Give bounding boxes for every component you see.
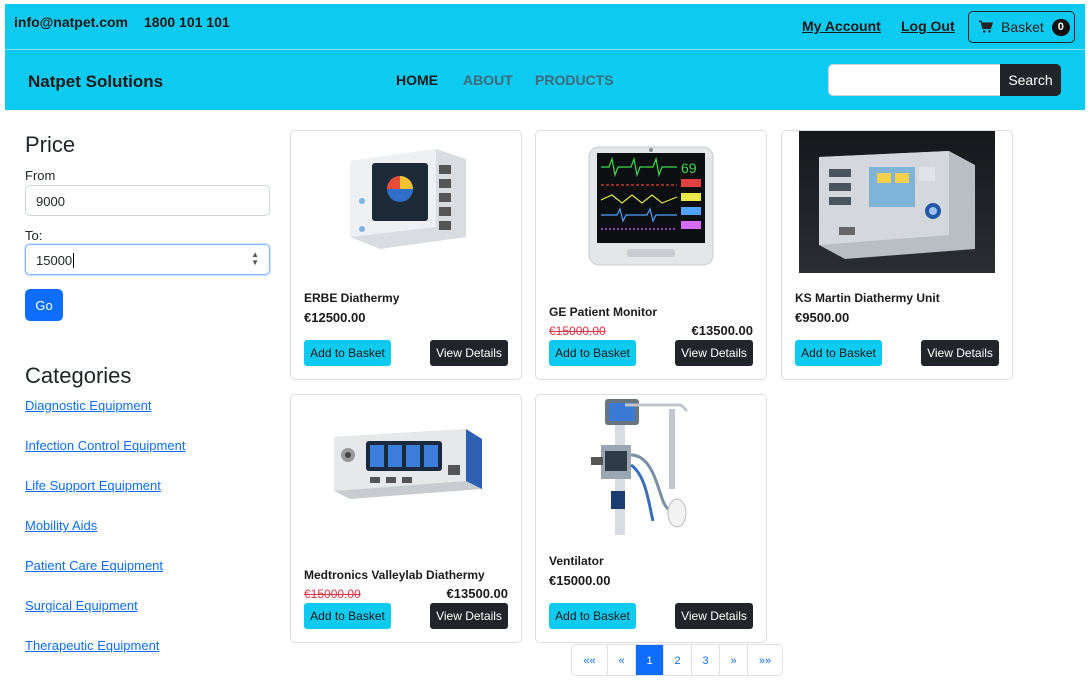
previous-page-button[interactable]: « bbox=[607, 645, 635, 675]
add-to-basket-button[interactable]: Add to Basket bbox=[795, 340, 882, 366]
add-to-basket-button[interactable]: Add to Basket bbox=[549, 340, 636, 366]
first-page-button[interactable]: «« bbox=[572, 645, 607, 675]
valleylab-image[interactable] bbox=[291, 425, 521, 505]
last-page-button[interactable]: »» bbox=[747, 645, 782, 675]
page-2-button[interactable]: 2 bbox=[663, 645, 691, 675]
category-mobility-aids[interactable]: Mobility Aids bbox=[25, 518, 97, 533]
my-account-link[interactable]: My Account bbox=[802, 18, 881, 34]
basket-button[interactable]: Basket 0 bbox=[968, 11, 1075, 43]
price-heading: Price bbox=[25, 132, 76, 157]
product-name[interactable]: ERBE Diathermy bbox=[304, 291, 399, 305]
original-price: €15000.00 bbox=[304, 587, 361, 601]
text-cursor: ​ bbox=[73, 253, 75, 268]
from-label: From bbox=[25, 168, 56, 183]
diathermy-unit-image[interactable] bbox=[291, 141, 521, 251]
price-from-value: 9000 bbox=[36, 194, 65, 209]
diathermy-unit-dark-image[interactable] bbox=[782, 131, 1012, 273]
product-price: €12500.00 bbox=[304, 310, 366, 325]
price-to-value: 15000 bbox=[36, 253, 73, 268]
view-details-button[interactable]: View Details bbox=[430, 340, 508, 366]
add-to-basket-button[interactable]: Add to Basket bbox=[304, 603, 391, 629]
sale-price: €13500.00 bbox=[691, 323, 753, 338]
go-button[interactable]: Go bbox=[25, 289, 63, 321]
product-card: 69 GE Patient Monitor €15000.00 €13500.0… bbox=[535, 130, 767, 380]
category-diagnostic[interactable]: Diagnostic Equipment bbox=[25, 398, 151, 413]
category-surgical[interactable]: Surgical Equipment bbox=[25, 598, 138, 613]
product-name[interactable]: GE Patient Monitor bbox=[549, 305, 657, 319]
product-card: Medtronics Valleylab Diathermy €15000.00… bbox=[290, 394, 522, 643]
categories-heading: Categories bbox=[25, 363, 132, 388]
view-details-button[interactable]: View Details bbox=[675, 340, 753, 366]
cart-icon bbox=[979, 20, 993, 33]
product-price: €9500.00 bbox=[795, 310, 850, 325]
view-details-button[interactable]: View Details bbox=[921, 340, 999, 366]
category-therapeutic[interactable]: Therapeutic Equipment bbox=[25, 638, 159, 653]
original-price: €15000.00 bbox=[549, 324, 606, 338]
product-name[interactable]: Ventilator bbox=[549, 554, 604, 568]
price-from-input[interactable]: 9000 bbox=[25, 185, 270, 216]
logout-link[interactable]: Log Out bbox=[901, 18, 955, 34]
view-details-button[interactable]: View Details bbox=[430, 603, 508, 629]
add-to-basket-button[interactable]: Add to Basket bbox=[549, 603, 636, 629]
page-1-button[interactable]: 1 bbox=[635, 645, 663, 675]
top-contact-bar: info@natpet.com 1800 101 101 My Account … bbox=[5, 4, 1085, 50]
basket-label: Basket bbox=[1001, 19, 1044, 35]
nav-products[interactable]: PRODUCTS bbox=[535, 72, 614, 88]
view-details-button[interactable]: View Details bbox=[675, 603, 753, 629]
brand-name[interactable]: Natpet Solutions bbox=[28, 72, 163, 92]
contact-email: info@natpet.com bbox=[14, 14, 128, 30]
product-name[interactable]: Medtronics Valleylab Diathermy bbox=[304, 568, 485, 582]
number-spinner[interactable]: ▲ ▼ bbox=[251, 251, 259, 267]
category-patient-care[interactable]: Patient Care Equipment bbox=[25, 558, 163, 573]
basket-count-badge: 0 bbox=[1051, 18, 1070, 36]
product-card: Ventilator €15000.00 Add to Basket View … bbox=[535, 394, 767, 643]
nav-home[interactable]: HOME bbox=[396, 72, 438, 88]
category-infection-control[interactable]: Infection Control Equipment bbox=[25, 438, 185, 453]
search-input[interactable] bbox=[828, 64, 1001, 96]
product-price: €15000.00 bbox=[549, 573, 611, 588]
category-life-support[interactable]: Life Support Equipment bbox=[25, 478, 161, 493]
add-to-basket-button[interactable]: Add to Basket bbox=[304, 340, 391, 366]
product-card: ERBE Diathermy €12500.00 Add to Basket V… bbox=[290, 130, 522, 380]
ventilator-image[interactable] bbox=[536, 395, 766, 537]
search-button[interactable]: Search bbox=[1000, 64, 1061, 96]
patient-monitor-image[interactable]: 69 bbox=[536, 145, 766, 267]
sale-price: €13500.00 bbox=[446, 586, 508, 601]
svg-text:69: 69 bbox=[681, 160, 697, 176]
price-to-input[interactable]: 15000​ ▲▼ bbox=[25, 244, 270, 275]
nav-about[interactable]: ABOUT bbox=[463, 72, 513, 88]
to-label: To: bbox=[25, 228, 43, 243]
main-navbar: Natpet Solutions HOME ABOUT PRODUCTS Sea… bbox=[5, 50, 1085, 110]
page-3-button[interactable]: 3 bbox=[691, 645, 719, 675]
product-name[interactable]: KS Martin Diathermy Unit bbox=[795, 291, 940, 305]
product-card: KS Martin Diathermy Unit €9500.00 Add to… bbox=[781, 130, 1013, 380]
contact-phone: 1800 101 101 bbox=[144, 14, 230, 30]
pagination: «« « 1 2 3 » »» bbox=[571, 644, 783, 676]
next-page-button[interactable]: » bbox=[719, 645, 747, 675]
